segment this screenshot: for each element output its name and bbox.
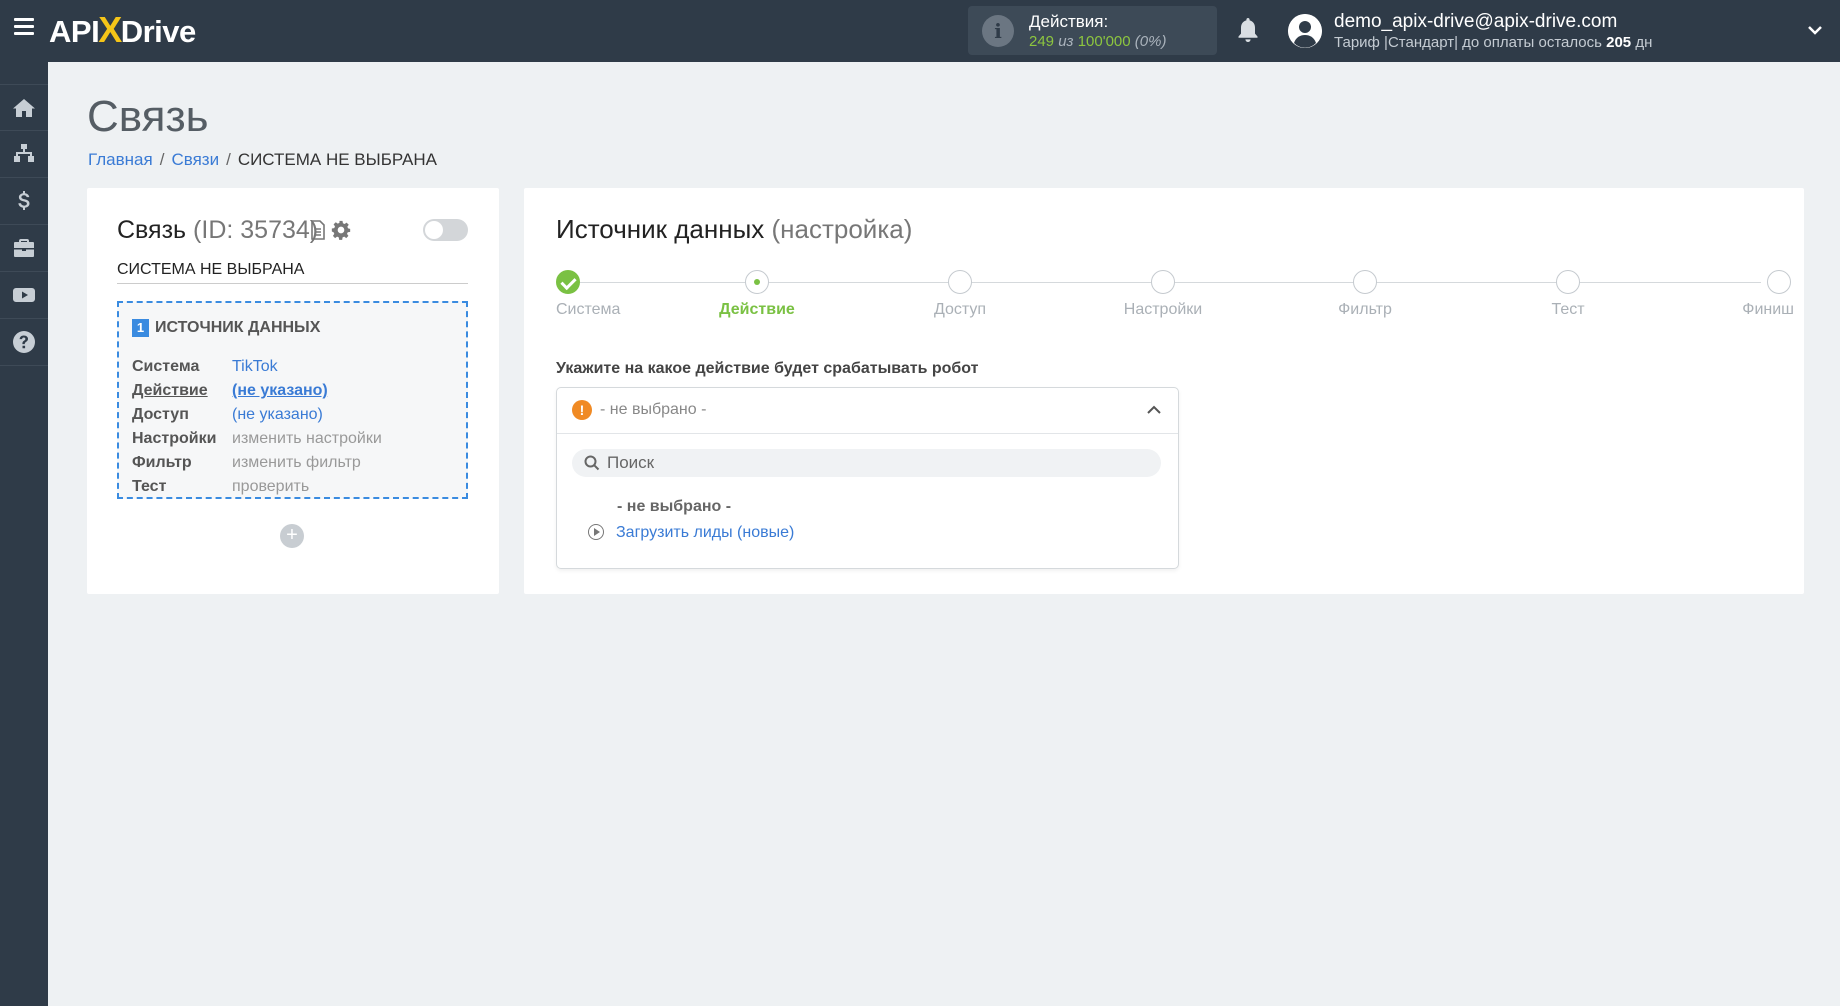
connection-toggle[interactable]: [423, 219, 468, 241]
chevron-down-icon[interactable]: [1807, 22, 1823, 38]
source-settings-value[interactable]: изменить настройки: [232, 430, 382, 447]
bell-icon[interactable]: [1236, 17, 1260, 43]
chevron-up-icon[interactable]: [1146, 404, 1162, 416]
search-icon: [584, 455, 600, 471]
breadcrumb-links-link[interactable]: Связи: [171, 150, 219, 169]
step-dot: [1556, 270, 1580, 294]
connection-name[interactable]: СИСТЕМА НЕ ВЫБРАНА: [117, 261, 468, 284]
step-dot: [1353, 270, 1377, 294]
option-load-new-leads[interactable]: Загрузить лиды (новые): [588, 524, 794, 542]
source-row-system: Система TikTok: [132, 358, 278, 375]
source-settings-card: Источник данных (настройка) Система Дейс…: [524, 188, 1804, 594]
sidebar: [0, 62, 48, 1006]
sidebar-item-services[interactable]: [0, 225, 48, 272]
step-access[interactable]: Доступ: [900, 270, 1020, 319]
sidebar-item-help[interactable]: [0, 319, 48, 366]
source-number-badge: 1: [132, 319, 149, 337]
actions-usage: 249 из 100'000 (0%): [1029, 33, 1167, 50]
apixdrive-logo[interactable]: APIXDrive: [49, 12, 196, 50]
source-test-value[interactable]: проверить: [232, 478, 309, 495]
connection-title: Связь (ID: 35734): [117, 216, 319, 244]
source-row-filter: Фильтр изменить фильтр: [132, 454, 361, 471]
page-title: Связь: [87, 92, 209, 141]
home-icon: [13, 98, 35, 117]
source-system-value[interactable]: TikTok: [232, 358, 278, 375]
top-bar: APIXDrive i Действия: 249 из 100'000 (0%…: [0, 0, 1840, 62]
add-block-button[interactable]: +: [280, 524, 304, 548]
step-dot: [1767, 270, 1791, 294]
source-action-value[interactable]: (не указано): [232, 382, 328, 399]
user-avatar[interactable]: [1288, 14, 1322, 48]
action-dropdown-header[interactable]: ! - не выбрано -: [557, 388, 1178, 434]
sidebar-item-video[interactable]: [0, 272, 48, 319]
source-row-access: Доступ (не указано): [132, 406, 323, 423]
document-icon[interactable]: [310, 220, 326, 240]
step-done-icon: [556, 270, 580, 294]
step-test[interactable]: Тест: [1508, 270, 1628, 319]
briefcase-icon: [14, 239, 34, 257]
menu-icon[interactable]: [14, 18, 34, 36]
action-dropdown-value: - не выбрано -: [600, 401, 707, 418]
source-heading: 1 ИСТОЧНИК ДАННЫХ: [132, 319, 320, 337]
info-icon: i: [982, 15, 1014, 47]
step-finish[interactable]: Финиш: [1714, 270, 1794, 319]
action-search-field[interactable]: [572, 449, 1161, 477]
user-plan: Тариф |Стандарт| до оплаты осталось 205 …: [1334, 34, 1653, 51]
sidebar-item-home[interactable]: [0, 84, 48, 131]
actions-label: Действия:: [1029, 12, 1109, 31]
option-not-selected[interactable]: - не выбрано -: [617, 498, 731, 516]
step-dot: [1151, 270, 1175, 294]
play-circle-icon: [588, 524, 604, 540]
source-access-value[interactable]: (не указано): [232, 406, 323, 423]
step-settings[interactable]: Настройки: [1103, 270, 1223, 319]
breadcrumb-current: СИСТЕМА НЕ ВЫБРАНА: [237, 150, 438, 169]
actions-counter: i Действия: 249 из 100'000 (0%): [968, 6, 1217, 55]
user-email[interactable]: demo_apix-drive@apix-drive.com: [1334, 11, 1617, 33]
connection-card: Связь (ID: 35734) СИСТЕМА НЕ ВЫБРАНА 1 ИС…: [87, 188, 499, 594]
source-settings-title: Источник данных (настройка): [556, 214, 913, 244]
step-dot: [948, 270, 972, 294]
gear-icon[interactable]: [331, 220, 351, 240]
search-input[interactable]: [607, 449, 1147, 477]
dollar-icon: [18, 191, 30, 210]
action-dropdown[interactable]: ! - не выбрано - - не выбрано - Загрузит…: [556, 387, 1179, 569]
breadcrumb-home-link[interactable]: Главная: [88, 150, 153, 169]
source-details: Система TikTok Действие (не указано) Досту…: [132, 358, 382, 502]
source-filter-value[interactable]: изменить фильтр: [232, 454, 361, 471]
action-prompt-label: Укажите на какое действие будет срабатыв…: [556, 360, 979, 377]
sitemap-icon: [14, 144, 34, 162]
source-block[interactable]: 1 ИСТОЧНИК ДАННЫХ Система TikTok Действие(…: [117, 301, 468, 499]
warning-icon: !: [572, 400, 592, 420]
source-row-settings: Настройки изменить настройки: [132, 430, 382, 447]
step-active-icon: [745, 270, 769, 294]
help-icon: [13, 331, 35, 353]
sidebar-item-connections[interactable]: [0, 131, 48, 178]
breadcrumb: Главная / Связи / СИСТЕМА НЕ ВЫБРАНА: [88, 150, 438, 169]
sidebar-item-billing[interactable]: [0, 178, 48, 225]
source-row-action: Действие (не указано): [132, 382, 328, 399]
source-row-test: Тест проверить: [132, 478, 310, 495]
step-filter[interactable]: Фильтр: [1305, 270, 1425, 319]
step-system[interactable]: Система: [556, 270, 626, 319]
step-action[interactable]: Действие: [697, 270, 817, 319]
youtube-icon: [13, 288, 35, 302]
